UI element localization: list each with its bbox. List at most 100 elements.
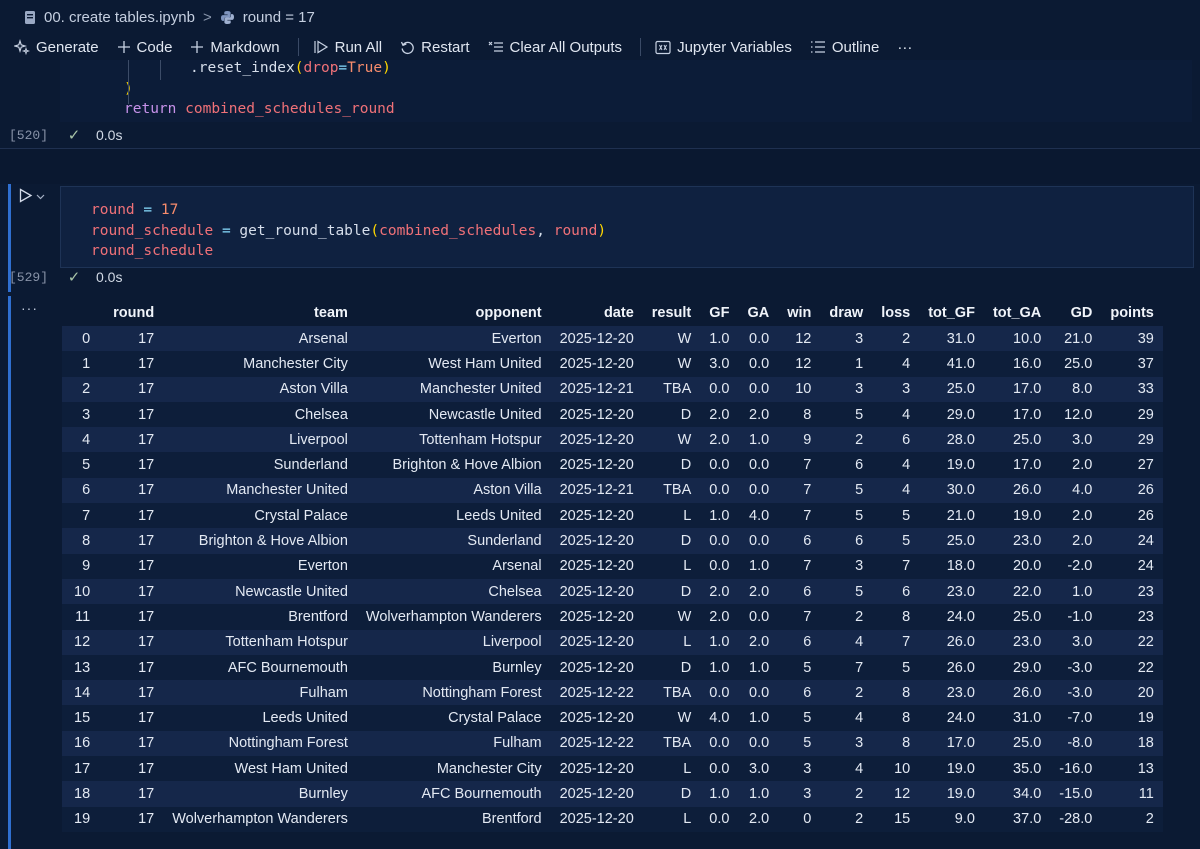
- row-index: 9: [82, 558, 91, 575]
- table-cell: 20.0: [1013, 558, 1042, 575]
- toolbar-divider: [640, 38, 642, 56]
- table-cell: 4: [855, 710, 864, 727]
- table-cell: 35.0: [1013, 760, 1042, 777]
- code-token: combined_schedules: [379, 222, 537, 239]
- table-cell: 8: [902, 710, 911, 727]
- table-cell: 31.0: [946, 330, 975, 347]
- table-cell: -3.0: [1067, 659, 1093, 676]
- table-cell: 8: [902, 684, 911, 701]
- table-cell: 19: [1137, 710, 1154, 727]
- table-cell: Everton: [297, 558, 348, 575]
- table-cell: 11: [1138, 785, 1154, 802]
- table-cell: 17: [138, 760, 155, 777]
- table-row: 4 17 Liverpool Tottenham Hotspur 2025-12-20 W…: [62, 427, 1163, 453]
- table-cell: 12.0: [1064, 406, 1093, 423]
- row-index: 1: [82, 355, 91, 372]
- table-cell: -7.0: [1067, 710, 1093, 727]
- table-cell: 7: [803, 482, 812, 499]
- more-actions-button[interactable]: ···: [897, 39, 912, 56]
- jupyter-variables-button[interactable]: Jupyter Variables: [655, 39, 792, 56]
- table-row: 3 17 Chelsea Newcastle United 2025-12-20 D 2.0…: [62, 401, 1163, 428]
- table-cell: 23.0: [946, 684, 975, 701]
- cell-focus-bar: [8, 296, 11, 849]
- table-cell: 24.0: [946, 710, 975, 727]
- add-markdown-button[interactable]: Markdown: [190, 39, 280, 56]
- code-token: round_schedule: [91, 243, 214, 259]
- table-cell: 3.0: [1072, 634, 1093, 651]
- run-cell-button[interactable]: [18, 188, 45, 207]
- table-cell: 2.0: [749, 811, 770, 828]
- table-cell: L: [683, 507, 692, 524]
- table-cell: 0.0: [749, 533, 770, 550]
- generate-button[interactable]: Generate: [14, 39, 99, 56]
- table-cell: 21.0: [1064, 330, 1093, 347]
- table-cell: 19.0: [1013, 507, 1042, 524]
- table-cell: 0.0: [709, 684, 730, 701]
- code-line: return combined_schedules_round: [60, 99, 1192, 120]
- table-cell: 3.0: [709, 355, 730, 372]
- table-cell: 2025-12-20: [559, 811, 634, 828]
- table-cell: Sunderland: [273, 457, 348, 474]
- table-cell: 18: [1137, 735, 1154, 752]
- column-header: tot_GF: [928, 305, 975, 321]
- table-cell: 6: [803, 634, 812, 651]
- table-cell: 2025-12-22: [559, 735, 634, 752]
- code-token: ,: [536, 222, 545, 239]
- breadcrumb-file[interactable]: 00. create tables.ipynb: [44, 9, 195, 26]
- output-more-icon[interactable]: ···: [21, 300, 38, 316]
- dataframe-table: round team opponent date result GF GA win draw lo…: [62, 300, 1163, 832]
- code-token: .reset_index: [190, 60, 295, 76]
- row-index: 14: [74, 684, 91, 701]
- table-cell: 2025-12-20: [559, 533, 634, 550]
- jupyter-variables-label: Jupyter Variables: [677, 38, 792, 56]
- outline-button[interactable]: Outline: [810, 39, 879, 56]
- table-row: 16 17 Nottingham Forest Fulham 2025-12-22 TBA…: [62, 730, 1163, 757]
- table-cell: 7: [855, 659, 864, 676]
- table-cell: 4.0: [749, 507, 770, 524]
- table-cell: 5: [902, 533, 911, 550]
- row-index: 12: [74, 634, 91, 651]
- table-cell: 17.0: [946, 735, 975, 752]
- add-code-button[interactable]: Code: [117, 39, 172, 56]
- table-cell: 1.0: [749, 558, 770, 575]
- table-row: 7 17 Crystal Palace Leeds United 2025-12-20 L…: [62, 503, 1163, 529]
- chevron-down-icon[interactable]: [36, 192, 45, 203]
- cell-separator: [0, 148, 1200, 184]
- separator-line: [0, 148, 1200, 149]
- table-cell: 12: [795, 330, 812, 347]
- table-cell: 12: [795, 355, 812, 372]
- breadcrumb-symbol[interactable]: round = 17: [243, 9, 315, 26]
- table-row: 12 17 Tottenham Hotspur Liverpool 2025-12-20…: [62, 629, 1163, 655]
- code-token: round: [553, 222, 598, 239]
- clear-all-outputs-button[interactable]: Clear All Outputs: [488, 39, 622, 56]
- table-cell: 23.0: [1013, 634, 1042, 651]
- table-cell: 2: [855, 608, 864, 625]
- table-cell: 3: [855, 381, 864, 398]
- code-editor[interactable]: round = 17 round_schedule = get_round_ta…: [60, 186, 1194, 268]
- table-cell: D: [680, 406, 692, 423]
- table-cell: 7: [803, 457, 812, 474]
- code-line: ): [60, 79, 1192, 100]
- table-row: 11 17 Brentford Wolverhampton Wanderers 2025…: [62, 604, 1163, 630]
- row-index: 7: [82, 507, 91, 524]
- table-cell: 19.0: [946, 760, 975, 777]
- table-cell: Crystal Palace: [254, 507, 348, 524]
- table-cell: 26.0: [1013, 684, 1042, 701]
- table-cell: 17: [138, 684, 155, 701]
- table-cell: 9: [803, 431, 812, 448]
- previous-code-cell[interactable]: .reset_index(drop=True) ) return combine…: [60, 60, 1192, 122]
- cell-output: ··· round team opponent date result GF GA win dr…: [8, 296, 1194, 849]
- previous-cell-status: [520] ✓ 0.0s: [0, 123, 1200, 147]
- table-cell: 25.0: [946, 533, 975, 550]
- code-token: 17: [160, 202, 179, 218]
- restart-button[interactable]: Restart: [400, 39, 470, 56]
- run-all-button[interactable]: Run All: [313, 39, 382, 56]
- table-cell: 17: [138, 634, 155, 651]
- table-cell: 10.0: [1013, 330, 1042, 347]
- table-cell: -3.0: [1067, 684, 1093, 701]
- table-cell: 2.0: [709, 406, 730, 423]
- table-row: 15 17 Leeds United Crystal Palace 2025-12-20…: [62, 705, 1163, 731]
- table-cell: 1.0: [709, 785, 730, 802]
- table-cell: 24.0: [946, 608, 975, 625]
- table-cell: 6: [902, 431, 911, 448]
